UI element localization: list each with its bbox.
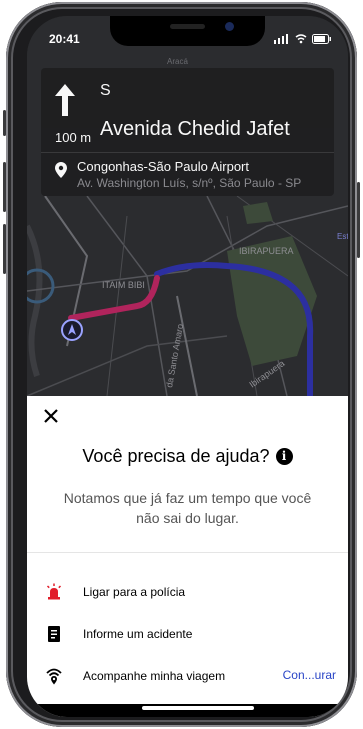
wifi-icon <box>295 34 307 44</box>
close-icon[interactable] <box>43 408 59 424</box>
volume-up-button <box>3 162 6 212</box>
siren-icon <box>45 583 63 601</box>
volume-down-button <box>3 224 6 274</box>
turn-distance: 100 m <box>55 130 92 145</box>
street-name: Avenida Chedid Jafet <box>100 118 290 140</box>
option-call-police[interactable]: Ligar para a polícia <box>45 582 185 602</box>
option-report-accident[interactable]: Informe um acidente <box>45 624 192 644</box>
sheet-title-row: Você precisa de ajuda? i <box>27 446 348 467</box>
mute-switch <box>3 110 6 136</box>
divider <box>27 552 348 553</box>
sheet-subtitle: Notamos que já faz um tempo que você não… <box>63 490 312 526</box>
option-label: Acompanhe minha viagem <box>83 669 226 683</box>
option-label: Ligar para a polícia <box>83 585 186 599</box>
map-label-itaim: ITAIM BIBI <box>102 280 145 290</box>
map-label-ibirapuera: IBIRAPUERA <box>239 246 294 256</box>
power-button <box>357 182 360 258</box>
notch <box>110 16 265 46</box>
info-icon[interactable]: i <box>275 448 293 465</box>
option-label: Informe um acidente <box>83 627 193 641</box>
battery-icon <box>312 34 331 44</box>
screen: ITAIM BIBI IBIRAPUERA da Santo Amaro Ibi… <box>27 16 348 717</box>
location-pin-icon <box>55 162 67 178</box>
location-arrow-icon[interactable] <box>61 319 83 341</box>
status-time: 20:41 <box>49 32 80 46</box>
configure-link[interactable]: Con...urar <box>283 668 336 682</box>
straight-arrow-icon <box>55 84 75 116</box>
phone-frame: ITAIM BIBI IBIRAPUERA da Santo Amaro Ibi… <box>3 2 360 727</box>
navigation-card[interactable]: S 100 m Avenida Chedid Jafet Congonhas-S… <box>41 68 334 196</box>
document-icon <box>45 625 63 643</box>
option-share-trip[interactable]: Acompanhe minha viagem <box>45 666 225 686</box>
sheet-title: Você precisa de ajuda? <box>82 446 270 466</box>
status-icons <box>274 34 332 44</box>
map-label-est: Est <box>337 232 348 241</box>
heading-direction: S <box>100 82 111 99</box>
destination-address: Av. Washington Luís, s/nº, São Paulo - S… <box>77 176 302 190</box>
home-indicator[interactable] <box>142 706 254 710</box>
help-sheet: Você precisa de ajuda? i Notamos que já f… <box>27 396 348 717</box>
divider <box>41 152 334 153</box>
share-location-icon <box>45 667 63 685</box>
destination-name: Congonhas-São Paulo Airport <box>77 159 250 174</box>
signal-icon <box>274 34 288 44</box>
map-label-araca: Aracá <box>167 57 188 66</box>
